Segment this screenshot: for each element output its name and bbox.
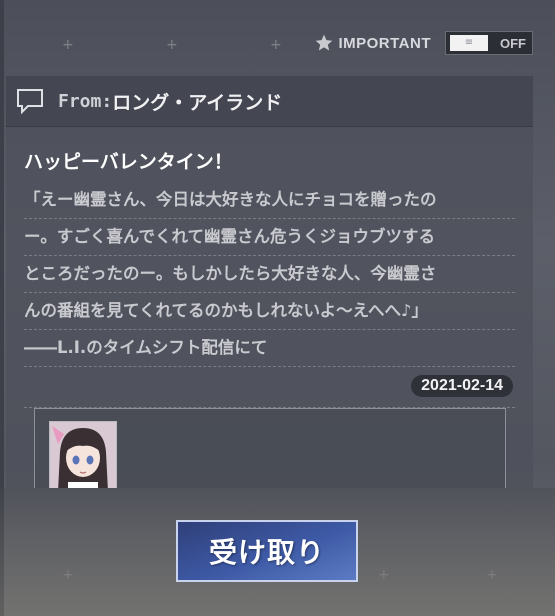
mail-top-bar: IMPORTANT ≡ OFF — [314, 30, 533, 56]
date-row: 2021-02-14 — [24, 375, 515, 397]
from-label: From: — [58, 90, 113, 112]
star-icon — [316, 34, 333, 51]
important-toggle[interactable]: ≡ OFF — [445, 31, 533, 55]
speech-bubble-icon — [17, 89, 43, 114]
attachment-box — [34, 408, 506, 488]
mail-line: 「えー幽霊さん、今日は大好きな人にチョコを贈ったの — [24, 182, 515, 219]
sender-name: ロング・アイランド — [112, 91, 283, 114]
mail-card: From: ロング・アイランド ハッピーバレンタイン！ 「えー幽霊さん、今日は大… — [6, 76, 533, 488]
receive-button[interactable]: 受け取り — [176, 520, 358, 582]
mail-line: ー。すごく喜んでくれて幽霊さん危うくジョウブツする — [24, 219, 515, 256]
toggle-state-label: OFF — [500, 35, 526, 51]
toggle-knob: ≡ — [450, 35, 488, 51]
mail-title: ハッピーバレンタイン！ — [24, 151, 233, 173]
mail-body: ハッピーバレンタイン！ 「えー幽霊さん、今日は大好きな人にチョコを贈ったの ー。… — [6, 127, 533, 408]
mail-header: From: ロング・アイランド — [6, 76, 533, 127]
character-portrait[interactable] — [49, 421, 117, 488]
decor-plus: + — [166, 37, 178, 53]
character-portrait-image — [50, 422, 116, 488]
receive-button-label: 受け取り — [208, 536, 325, 569]
mail-line: んの番組を見てくれてるのかもしれないよ～えへへ♪」 — [24, 293, 515, 330]
grip-icon: ≡ — [464, 37, 474, 48]
decor-plus: + — [62, 37, 74, 53]
mail-line: ところだったのー。もしかしたら大好きな人、今幽霊さ — [24, 256, 515, 293]
decor-plus: + — [270, 37, 282, 53]
mail-line: ――L.I.のタイムシフト配信にて — [24, 330, 515, 367]
important-label: IMPORTANT — [338, 34, 431, 52]
date-badge: 2021-02-14 — [411, 375, 513, 397]
